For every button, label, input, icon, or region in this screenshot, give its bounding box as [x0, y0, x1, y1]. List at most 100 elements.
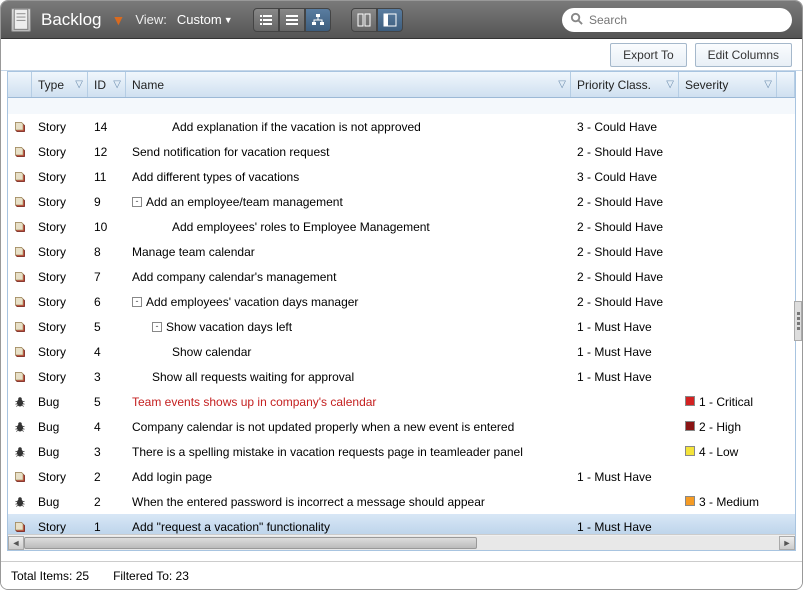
cell-id: 10	[88, 220, 126, 234]
cell-type: Bug	[32, 420, 88, 434]
cell-priority: 2 - Should Have	[571, 245, 679, 259]
table-row[interactable]: Bug2When the entered password is incorre…	[8, 489, 795, 514]
table-row[interactable]: Story11Add different types of vacations3…	[8, 164, 795, 189]
layout-button-group-2	[351, 8, 403, 32]
story-icon	[8, 144, 32, 160]
cell-name: Manage team calendar	[126, 245, 571, 259]
filter-icon[interactable]: ▽	[113, 79, 121, 90]
story-icon	[8, 469, 32, 485]
col-priority-label: Priority Class.	[577, 78, 651, 92]
filtered-items-label: Filtered To:	[113, 569, 172, 583]
view-dropdown[interactable]: Custom ▼	[177, 12, 233, 27]
col-severity[interactable]: Severity ▽	[679, 72, 777, 97]
cell-name-text: Add company calendar's management	[132, 270, 336, 284]
cell-type: Bug	[32, 445, 88, 459]
cell-name: -Add an employee/team management	[126, 195, 571, 209]
col-severity-label: Severity	[685, 78, 728, 92]
story-icon	[8, 119, 32, 135]
cell-severity: 2 - High	[679, 420, 777, 434]
cell-id: 2	[88, 470, 126, 484]
table-row[interactable]: Story8Manage team calendar2 - Should Hav…	[8, 239, 795, 264]
table-row[interactable]: Story4Show calendar1 - Must Have	[8, 339, 795, 364]
scroll-right-arrow[interactable]: ►	[779, 536, 795, 550]
cell-name-text: Send notification for vacation request	[132, 145, 329, 159]
severity-text: 4 - Low	[699, 445, 738, 459]
search-icon	[570, 12, 583, 28]
severity-text: 3 - Medium	[699, 495, 759, 509]
edit-columns-button[interactable]: Edit Columns	[695, 43, 792, 67]
table-row-partial	[8, 98, 795, 114]
bug-icon	[8, 394, 32, 410]
table-row[interactable]: Story2Add login page1 - Must Have	[8, 464, 795, 489]
col-id[interactable]: ID▽	[88, 72, 126, 97]
table-row[interactable]: Story12Send notification for vacation re…	[8, 139, 795, 164]
export-button[interactable]: Export To	[610, 43, 686, 67]
cell-priority: 1 - Must Have	[571, 470, 679, 484]
cell-id: 1	[88, 520, 126, 534]
story-icon	[8, 219, 32, 235]
table-row[interactable]: Story10Add employees' roles to Employee …	[8, 214, 795, 239]
table-row[interactable]: Story14Add explanation if the vacation i…	[8, 114, 795, 139]
scroll-thumb[interactable]	[24, 537, 477, 549]
grid-body[interactable]: Story14Add explanation if the vacation i…	[8, 98, 795, 534]
single-view-button[interactable]	[377, 8, 403, 32]
table-row[interactable]: Story6-Add employees' vacation days mana…	[8, 289, 795, 314]
col-priority[interactable]: Priority Class. ▽	[571, 72, 679, 97]
filter-funnel-icon[interactable]: ▼	[111, 12, 125, 28]
col-type-label: Type	[38, 78, 64, 92]
scroll-left-arrow[interactable]: ◄	[8, 536, 24, 550]
filter-icon[interactable]: ▽	[75, 79, 83, 90]
filtered-items: Filtered To: 23	[113, 569, 189, 583]
cell-type: Story	[32, 320, 88, 334]
table-row[interactable]: Bug4Company calendar is not updated prop…	[8, 414, 795, 439]
expand-toggle[interactable]: -	[152, 322, 162, 332]
expand-toggle[interactable]: -	[132, 197, 142, 207]
filter-icon[interactable]: ▽	[666, 79, 674, 90]
cell-name-text: Show all requests waiting for approval	[152, 370, 354, 384]
cell-priority: 3 - Could Have	[571, 120, 679, 134]
filter-icon[interactable]: ▽	[558, 79, 566, 90]
cell-id: 5	[88, 395, 126, 409]
tree-view-button[interactable]	[305, 8, 331, 32]
split-view-button[interactable]	[351, 8, 377, 32]
cell-name: Add different types of vacations	[126, 170, 571, 184]
story-icon	[8, 169, 32, 185]
col-type[interactable]: Type ▽	[32, 72, 88, 97]
cell-type: Story	[32, 145, 88, 159]
table-row[interactable]: Bug5Team events shows up in company's ca…	[8, 389, 795, 414]
cell-priority: 1 - Must Have	[571, 345, 679, 359]
filter-icon[interactable]: ▽	[764, 79, 772, 90]
list-view-button[interactable]	[253, 8, 279, 32]
cell-name-text: Add employees' vacation days manager	[146, 295, 358, 309]
col-extra[interactable]	[777, 72, 795, 97]
table-row[interactable]: Story7Add company calendar's management2…	[8, 264, 795, 289]
compact-view-button[interactable]	[279, 8, 305, 32]
cell-name: Add employees' roles to Employee Managem…	[126, 220, 571, 234]
side-panel-handle[interactable]	[794, 301, 802, 341]
table-row[interactable]: Story3Show all requests waiting for appr…	[8, 364, 795, 389]
cell-id: 2	[88, 495, 126, 509]
horizontal-scrollbar[interactable]: ◄ ►	[8, 534, 795, 550]
search-box[interactable]	[562, 8, 792, 32]
cell-priority: 1 - Must Have	[571, 370, 679, 384]
cell-name-text: Add different types of vacations	[132, 170, 299, 184]
cell-name: Team events shows up in company's calend…	[126, 395, 571, 409]
table-row[interactable]: Story1Add "request a vacation" functiona…	[8, 514, 795, 534]
col-name[interactable]: Name▽	[126, 72, 571, 97]
cell-name: Add company calendar's management	[126, 270, 571, 284]
cell-name: Add explanation if the vacation is not a…	[126, 120, 571, 134]
expand-toggle[interactable]: -	[132, 297, 142, 307]
table-row[interactable]: Story5-Show vacation days left1 - Must H…	[8, 314, 795, 339]
scroll-track[interactable]	[24, 536, 779, 550]
cell-id: 5	[88, 320, 126, 334]
search-input[interactable]	[589, 13, 784, 27]
table-row[interactable]: Story9-Add an employee/team management2 …	[8, 189, 795, 214]
table-row[interactable]: Bug3There is a spelling mistake in vacat…	[8, 439, 795, 464]
cell-name-text: Show vacation days left	[166, 320, 292, 334]
cell-type: Story	[32, 270, 88, 284]
cell-type: Story	[32, 370, 88, 384]
col-icon[interactable]	[8, 72, 32, 97]
grid-toolbar: Export To Edit Columns	[1, 39, 802, 71]
filtered-items-value: 23	[176, 569, 189, 583]
cell-priority: 2 - Should Have	[571, 195, 679, 209]
